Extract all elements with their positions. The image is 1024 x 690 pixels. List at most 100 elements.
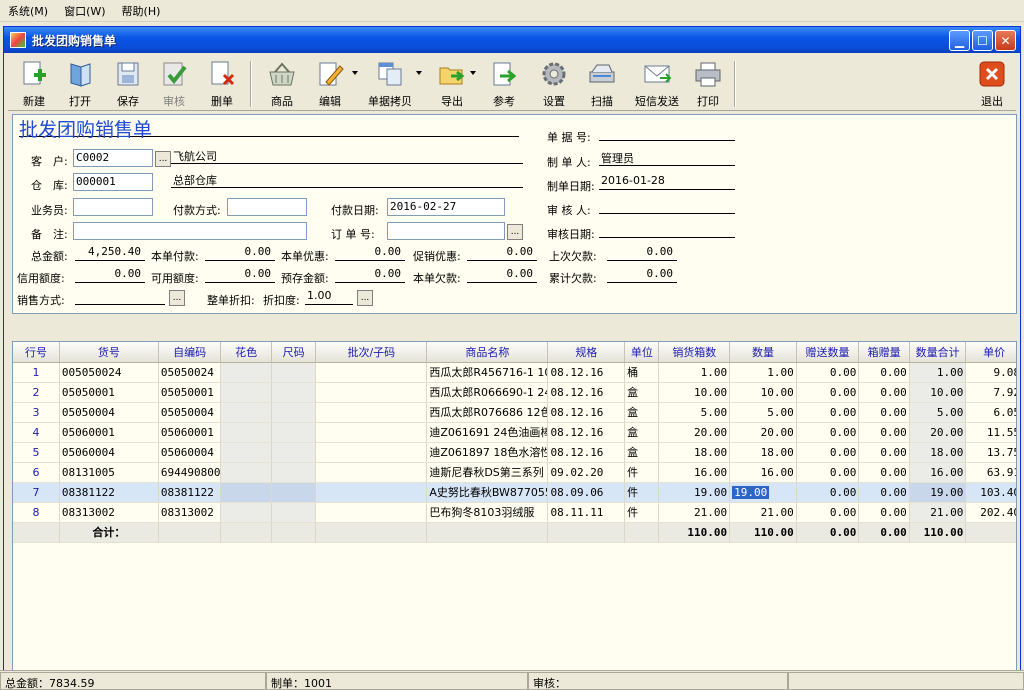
column-header[interactable]: 行号 <box>13 342 60 363</box>
cell-self[interactable]: 05050024 <box>158 362 222 383</box>
paydate-input[interactable]: 2016-02-27 <box>387 198 505 216</box>
cell-unit[interactable]: 盒 <box>624 402 660 423</box>
cell-boxes[interactable]: 5.00 <box>658 402 731 423</box>
column-header[interactable]: 商品名称 <box>426 342 549 363</box>
cell-code[interactable]: 05050004 <box>59 402 159 423</box>
cell-gift[interactable]: 0.00 <box>796 402 860 423</box>
cell-batch[interactable] <box>315 422 428 443</box>
cell-price[interactable]: 103.40 <box>965 482 1016 503</box>
table-row[interactable]: 1 005050024 05050024 西瓜太郎R456716-1 10 08.12.… <box>13 362 1016 383</box>
cell-code[interactable]: 05050001 <box>59 382 159 403</box>
column-header[interactable]: 批次/子码 <box>315 342 428 363</box>
cell-no[interactable]: 1 <box>13 362 60 383</box>
cell-name[interactable]: 迪Z061897 18色水溶性 <box>426 442 549 463</box>
cell-spec[interactable]: 08.12.16 <box>547 362 626 383</box>
cell-qtytotal[interactable]: 10.00 <box>909 382 967 403</box>
cell-self[interactable]: 08381122 <box>158 482 222 503</box>
cell-qty[interactable]: 18.00 <box>729 442 797 463</box>
exit-button[interactable]: 退出 <box>974 59 1010 109</box>
cell-self[interactable]: 05060004 <box>158 442 222 463</box>
cell-batch[interactable] <box>315 502 428 523</box>
paytype-input[interactable] <box>227 198 307 216</box>
save-button[interactable]: 保存 <box>108 59 148 109</box>
cell-no[interactable]: 2 <box>13 382 60 403</box>
column-header[interactable]: 花色 <box>220 342 272 363</box>
salesman-input[interactable] <box>73 198 153 216</box>
cell-no[interactable]: 7 <box>13 482 60 503</box>
cell-spec[interactable]: 08.12.16 <box>547 382 626 403</box>
column-header[interactable]: 数量 <box>729 342 797 363</box>
cell-size[interactable] <box>271 462 317 483</box>
cell-color[interactable] <box>220 502 272 523</box>
cell-boxes[interactable]: 10.00 <box>658 382 731 403</box>
table-row[interactable]: 5 05060004 05060004 迪Z061897 18色水溶性 08.12.16… <box>13 442 1016 463</box>
scan-button[interactable]: 扫描 <box>582 59 622 109</box>
cell-boxgift[interactable]: 0.00 <box>858 442 910 463</box>
cell-name[interactable]: 西瓜太郎R066690-1 24 <box>426 382 549 403</box>
menu-help[interactable]: 帮助(H) <box>114 3 169 19</box>
cell-spec[interactable]: 09.02.20 <box>547 462 626 483</box>
cell-price[interactable]: 13.75 <box>965 442 1016 463</box>
cell-boxes[interactable]: 19.00 <box>658 482 731 503</box>
cell-unit[interactable]: 件 <box>624 482 660 503</box>
delete-button[interactable]: 删单 <box>202 59 242 109</box>
warehouse-code-input[interactable]: 000001 <box>73 173 153 191</box>
cell-boxes[interactable]: 20.00 <box>658 422 731 443</box>
salemode-lookup-button[interactable]: ... <box>169 290 185 306</box>
cell-qtytotal[interactable]: 1.00 <box>909 362 967 383</box>
copy-button[interactable]: 单据拷贝 <box>364 59 416 109</box>
cell-qty[interactable]: 10.00 <box>729 382 797 403</box>
new-button[interactable]: 新建 <box>14 59 54 109</box>
cell-name[interactable]: A史努比春秋BW877055钅 <box>426 482 549 503</box>
cell-unit[interactable]: 盒 <box>624 422 660 443</box>
minimize-button[interactable]: ▁ <box>949 30 970 51</box>
cell-name[interactable]: 西瓜太郎R076686 12色 <box>426 402 549 423</box>
cell-self[interactable]: 05050004 <box>158 402 222 423</box>
cell-code[interactable]: 08131005 <box>59 462 159 483</box>
order-lookup-button[interactable]: ... <box>507 224 523 240</box>
cell-batch[interactable] <box>315 462 428 483</box>
edit-button[interactable]: 编辑 <box>310 59 350 109</box>
cell-batch[interactable] <box>315 402 428 423</box>
column-header[interactable]: 单价 <box>965 342 1016 363</box>
cell-unit[interactable]: 件 <box>624 502 660 523</box>
cell-code[interactable]: 05060004 <box>59 442 159 463</box>
cell-qty[interactable]: 16.00 <box>729 462 797 483</box>
audit-button[interactable]: 审核 <box>154 59 194 109</box>
cell-boxes[interactable]: 16.00 <box>658 462 731 483</box>
cell-spec[interactable]: 08.09.06 <box>547 482 626 503</box>
sms-button[interactable]: 短信发送 <box>628 59 686 109</box>
order-no-input[interactable] <box>387 222 505 240</box>
table-row[interactable]: 3 05050004 05050004 西瓜太郎R076686 12色 08.12.16… <box>13 402 1016 423</box>
cell-color[interactable] <box>220 422 272 443</box>
table-row[interactable]: 4 05060001 05060001 迪Z061691 24色油画棒 08.12.16… <box>13 422 1016 443</box>
cell-unit[interactable]: 盒 <box>624 382 660 403</box>
cell-gift[interactable]: 0.00 <box>796 422 860 443</box>
rate-value[interactable]: 1.00 <box>305 289 353 305</box>
cell-color[interactable] <box>220 402 272 423</box>
cell-boxgift[interactable]: 0.00 <box>858 502 910 523</box>
cell-boxgift[interactable]: 0.00 <box>858 462 910 483</box>
customer-lookup-button[interactable]: ... <box>155 151 171 167</box>
cell-qty[interactable]: 21.00 <box>729 502 797 523</box>
cell-batch[interactable] <box>315 482 428 503</box>
cell-unit[interactable]: 桶 <box>624 362 660 383</box>
remark-input[interactable] <box>73 222 307 240</box>
cell-self[interactable]: 6944908004 <box>158 462 222 483</box>
cell-qtytotal[interactable]: 18.00 <box>909 442 967 463</box>
column-header[interactable]: 赠送数量 <box>796 342 860 363</box>
cell-qty[interactable]: 20.00 <box>729 422 797 443</box>
cell-name[interactable]: 西瓜太郎R456716-1 10 <box>426 362 549 383</box>
cell-size[interactable] <box>271 442 317 463</box>
cell-no[interactable]: 6 <box>13 462 60 483</box>
cell-qtytotal[interactable]: 19.00 <box>909 482 967 503</box>
table-row[interactable]: 70838112208381122A史努比春秋BW877055钅08.09.06… <box>13 482 1016 503</box>
cell-color[interactable] <box>220 382 272 403</box>
cell-qtytotal[interactable]: 21.00 <box>909 502 967 523</box>
cell-boxes[interactable]: 1.00 <box>658 362 731 383</box>
cell-size[interactable] <box>271 502 317 523</box>
cell-self[interactable]: 05050001 <box>158 382 222 403</box>
menu-system[interactable]: 系统(M) <box>0 3 56 19</box>
cell-self[interactable]: 08313002 <box>158 502 222 523</box>
cell-price[interactable]: 7.92 <box>965 382 1016 403</box>
